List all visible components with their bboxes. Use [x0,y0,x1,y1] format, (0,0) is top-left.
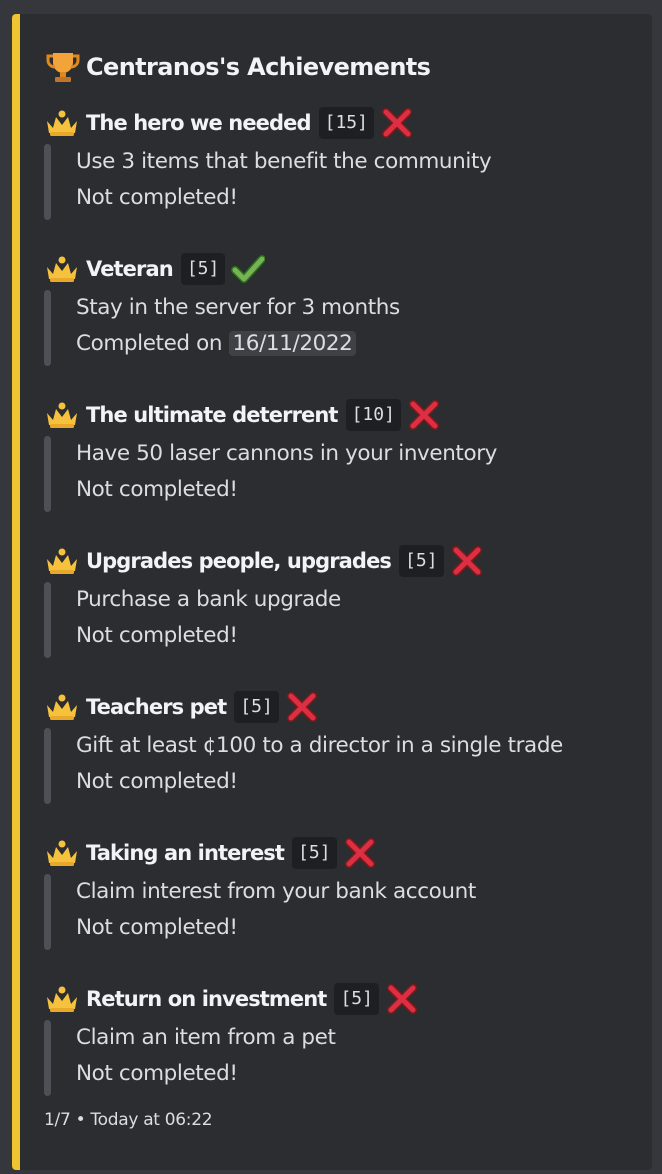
achievements-embed: Centranos's Achievements The hero we nee… [12,14,652,1170]
achievement-description: Claim interest from your bank account [76,879,476,904]
crown-icon [47,256,77,282]
achievement-name: Teachers pet [86,695,227,719]
achievement-points: [5] [399,545,444,577]
trophy-icon [46,53,80,82]
achievement-item: Veteran [5] Stay in the server for 3 mon… [44,252,644,366]
page-indicator: 1/7 [44,1110,71,1130]
achievement-description: Stay in the server for 3 months [76,295,400,320]
cross-icon [386,984,417,1014]
achievement-description: Gift at least ¢100 to a director in a si… [76,733,563,758]
achievement-points: [15] [318,107,374,139]
quote-bar [44,436,51,512]
footer-timestamp: Today at 06:22 [90,1110,213,1130]
achievement-status: Not completed! [76,623,238,648]
embed-title: Centranos's Achievements [44,50,431,84]
achievement-status: Not completed! [76,185,238,210]
quote-bar [44,874,51,950]
cross-icon [381,108,412,138]
cross-icon [286,692,317,722]
quote-bar [44,290,51,366]
achievement-description: Have 50 laser cannons in your inventory [76,441,497,466]
achievement-points: [5] [234,691,279,723]
achievement-status: Not completed! [76,1061,238,1086]
achievement-quote: Use 3 items that benefit the community N… [44,144,644,220]
achievement-status: Not completed! [76,477,238,502]
footer-separator: • [75,1110,86,1130]
achievement-name: Taking an interest [86,841,285,865]
achievement-name: Veteran [86,257,174,281]
achievement-item: Teachers pet [5] Gift at least ¢100 to a… [44,690,644,804]
achievement-description: Claim an item from a pet [76,1025,336,1050]
cross-icon [408,400,439,430]
embed-footer: 1/7 • Today at 06:22 [44,1110,213,1130]
achievement-quote: Gift at least ¢100 to a director in a si… [44,728,644,804]
top-strip [0,0,662,14]
cross-icon [451,546,482,576]
achievement-status-text: Completed on [76,331,229,356]
achievement-name: The ultimate deterrent [86,403,338,427]
achievement-item: Return on investment [5] Claim an item f… [44,982,644,1096]
achievement-item: The hero we needed [15] Use 3 items that… [44,106,644,220]
achievement-points: [10] [345,399,401,431]
crown-icon [47,110,77,136]
check-icon [231,255,266,283]
achievement-item: Taking an interest [5] Claim interest fr… [44,836,644,950]
achievement-status: Not completed! [76,769,238,794]
achievement-quote: Claim an item from a pet Not completed! [44,1020,644,1096]
achievement-name: Upgrades people, upgrades [86,549,392,573]
quote-bar [44,728,51,804]
crown-icon [47,548,77,574]
crown-icon [47,402,77,428]
crown-icon [47,840,77,866]
embed-title-text: Centranos's Achievements [86,53,431,81]
achievement-quote: Purchase a bank upgrade Not completed! [44,582,644,658]
achievement-name: The hero we needed [86,111,312,135]
achievement-quote: Stay in the server for 3 months Complete… [44,290,644,366]
achievement-status: Not completed! [76,915,238,940]
completion-date: 16/11/2022 [228,331,357,356]
quote-bar [44,1020,51,1096]
quote-bar [44,582,51,658]
achievement-name: Return on investment [86,987,327,1011]
achievement-points: [5] [292,837,337,869]
achievement-item: Upgrades people, upgrades [5] Purchase a… [44,544,644,658]
achievement-quote: Have 50 laser cannons in your inventory … [44,436,644,512]
achievement-status: Completed on 16/11/2022 [76,326,644,362]
achievement-quote: Claim interest from your bank account No… [44,874,644,950]
achievement-points: [5] [180,253,226,285]
crown-icon [47,694,77,720]
achievement-description: Use 3 items that benefit the community [76,149,492,174]
quote-bar [44,144,51,220]
achievement-description: Purchase a bank upgrade [76,587,341,612]
achievement-points: [5] [334,983,379,1015]
crown-icon [47,986,77,1012]
embed-accent-bar [12,14,20,1170]
cross-icon [344,838,375,868]
achievement-item: The ultimate deterrent [10] Have 50 lase… [44,398,644,512]
